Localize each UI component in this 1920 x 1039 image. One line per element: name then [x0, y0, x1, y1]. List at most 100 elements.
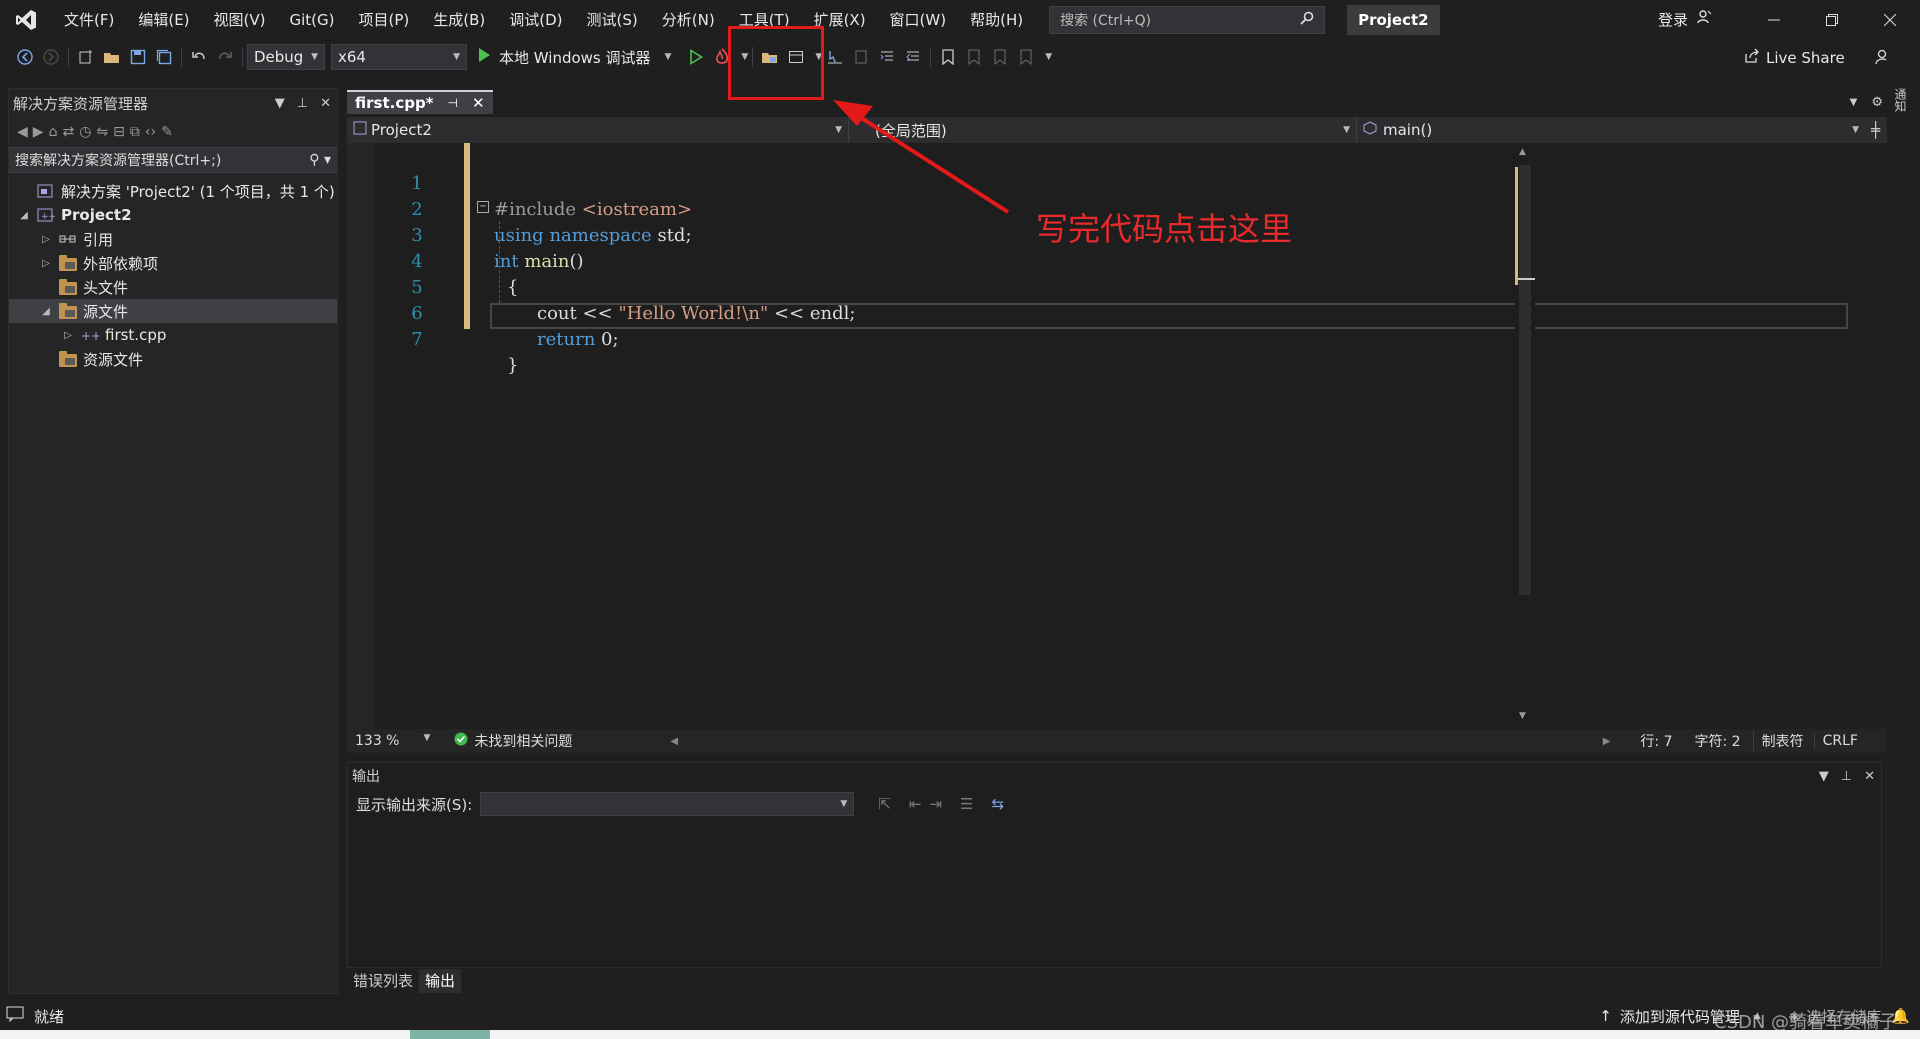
- code-view-icon[interactable]: ‹›: [145, 124, 156, 140]
- menu-window[interactable]: 窗口(W): [878, 0, 959, 40]
- close-window-button[interactable]: [1861, 0, 1919, 40]
- issues-indicator[interactable]: 未找到相关问题: [446, 731, 580, 751]
- properties-icon[interactable]: ✎: [161, 124, 173, 140]
- tree-solution[interactable]: 解决方案 'Project2' (1 个项目，共 1 个): [9, 179, 337, 203]
- start-debugging-button[interactable]: 本地 Windows 调试器 ▼: [477, 44, 671, 70]
- step-cursor-icon[interactable]: [822, 44, 848, 70]
- redo-icon[interactable]: [212, 44, 238, 70]
- live-share-button[interactable]: Live Share: [1744, 44, 1845, 72]
- line-indicator[interactable]: 行: 7: [1632, 731, 1680, 751]
- bookmark-icon[interactable]: [935, 44, 961, 70]
- new-project-icon[interactable]: [73, 44, 99, 70]
- close-icon[interactable]: ✕: [1864, 769, 1875, 784]
- forward-icon[interactable]: [38, 44, 64, 70]
- platform-select[interactable]: x64 ▼: [331, 44, 467, 70]
- tree-project[interactable]: ◢ ++ Project2: [9, 203, 337, 227]
- close-tab-icon[interactable]: ✕: [472, 94, 485, 112]
- menu-edit[interactable]: 编辑(E): [126, 0, 201, 40]
- account-icon[interactable]: [1696, 0, 1712, 40]
- nav-member-select[interactable]: main() ▼: [1357, 118, 1865, 142]
- home-icon[interactable]: ⌂: [49, 124, 58, 140]
- forward-icon[interactable]: ▶: [33, 124, 44, 140]
- sync-icon[interactable]: ⇋: [96, 124, 108, 140]
- save-icon[interactable]: [125, 44, 151, 70]
- notifications-side-tab[interactable]: 通知: [1888, 88, 1912, 122]
- tab-first-cpp[interactable]: first.cpp* ⊣ ✕: [347, 90, 493, 114]
- fold-toggle-icon[interactable]: −: [477, 201, 489, 213]
- eol-indicator[interactable]: CRLF: [1813, 733, 1866, 749]
- menu-debug[interactable]: 调试(D): [497, 0, 574, 40]
- project-name-badge[interactable]: Project2: [1347, 5, 1440, 35]
- tree-references[interactable]: ▷ 引用: [9, 227, 337, 251]
- restore-button[interactable]: [1803, 0, 1861, 40]
- clear-bookmarks-icon[interactable]: [1013, 44, 1039, 70]
- tree-resource-files[interactable]: 资源文件: [9, 347, 337, 371]
- panel-options-icon[interactable]: ▼: [1819, 769, 1829, 784]
- settings-icon[interactable]: ⚙: [1871, 95, 1883, 110]
- back-icon[interactable]: ◀: [17, 124, 28, 140]
- split-editor-icon[interactable]: ╪: [1871, 121, 1880, 139]
- scroll-up-icon[interactable]: ▲: [1519, 147, 1526, 157]
- menu-git[interactable]: Git(G): [278, 0, 347, 40]
- solution-search-input[interactable]: 搜索解决方案资源管理器(Ctrl+;) ⚲ ▾: [9, 147, 337, 173]
- panel-options-icon[interactable]: ▼: [275, 96, 285, 111]
- back-icon[interactable]: [12, 44, 38, 70]
- find-message-icon[interactable]: ⇱: [878, 795, 891, 813]
- collapsed-arrow-icon[interactable]: ▷: [39, 258, 53, 269]
- tab-overflow-icon[interactable]: ▼: [1850, 97, 1858, 108]
- clear-all-icon[interactable]: ☰: [960, 795, 973, 813]
- char-indicator[interactable]: 字符: 2: [1686, 731, 1748, 751]
- search-input[interactable]: 搜索 (Ctrl+Q): [1049, 6, 1326, 34]
- menu-build[interactable]: 生成(B): [421, 0, 497, 40]
- menu-help[interactable]: 帮助(H): [958, 0, 1035, 40]
- scroll-left-icon[interactable]: ◀: [670, 736, 678, 747]
- expanded-arrow-icon[interactable]: ◢: [17, 210, 31, 221]
- collapsed-arrow-icon[interactable]: ▷: [61, 330, 75, 341]
- login-area[interactable]: 登录: [1658, 0, 1712, 40]
- menu-view[interactable]: 视图(V): [202, 0, 278, 40]
- pin-tab-icon[interactable]: ⊣: [448, 96, 458, 110]
- comment-icon[interactable]: [848, 44, 874, 70]
- word-wrap-icon[interactable]: ⇆: [991, 795, 1004, 813]
- collapsed-arrow-icon[interactable]: ▷: [39, 234, 53, 245]
- open-folder-icon[interactable]: [99, 44, 125, 70]
- scroll-down-icon[interactable]: ▼: [1519, 711, 1526, 721]
- minimize-button[interactable]: [1745, 0, 1803, 40]
- indent-icon[interactable]: [900, 44, 926, 70]
- menu-test[interactable]: 测试(S): [575, 0, 650, 40]
- nav-scope-select[interactable]: (全局范围) ▼: [849, 118, 1357, 142]
- outdent-icon[interactable]: [874, 44, 900, 70]
- output-source-select[interactable]: ▼: [480, 792, 855, 816]
- history-icon[interactable]: ◷: [79, 124, 91, 140]
- prev-bookmark-icon[interactable]: [961, 44, 987, 70]
- zoom-select[interactable]: 133 % ▼: [347, 733, 438, 749]
- prev-message-icon[interactable]: ⇤: [909, 795, 922, 813]
- tree-header-files[interactable]: 头文件: [9, 275, 337, 299]
- start-without-debugging-button[interactable]: [683, 44, 709, 70]
- solution-config-select[interactable]: Debug ▼: [247, 44, 325, 70]
- pin-icon[interactable]: ⊥: [1841, 769, 1852, 784]
- login-link[interactable]: 登录: [1658, 0, 1688, 40]
- show-all-files-icon[interactable]: ⧉: [130, 124, 140, 140]
- close-icon[interactable]: ✕: [320, 96, 331, 111]
- tabs-indicator[interactable]: 制表符: [1752, 731, 1812, 751]
- toolbar-overflow-icon[interactable]: ▼: [1045, 52, 1052, 62]
- tree-external-deps[interactable]: ▷ 外部依赖项: [9, 251, 337, 275]
- menu-analyze[interactable]: 分析(N): [650, 0, 727, 40]
- tab-error-list[interactable]: 错误列表: [347, 969, 419, 993]
- switch-views-icon[interactable]: ⇄: [62, 124, 74, 140]
- nav-project-select[interactable]: Project2 ▼: [347, 118, 849, 142]
- menu-project[interactable]: 项目(P): [347, 0, 422, 40]
- save-all-icon[interactable]: [151, 44, 177, 70]
- next-bookmark-icon[interactable]: [987, 44, 1013, 70]
- scroll-thumb[interactable]: [1519, 165, 1531, 595]
- scroll-right-icon[interactable]: ▶: [1603, 736, 1611, 747]
- undo-icon[interactable]: [186, 44, 212, 70]
- horizontal-scrollbar[interactable]: ◀ ▶: [670, 736, 1610, 747]
- collapse-all-icon[interactable]: ⊟: [113, 124, 125, 140]
- expanded-arrow-icon[interactable]: ◢: [39, 306, 53, 317]
- feedback-icon[interactable]: [1874, 48, 1892, 70]
- tab-output[interactable]: 输出: [419, 969, 462, 993]
- tree-first-cpp[interactable]: ▷ ++ first.cpp: [9, 323, 337, 347]
- editor-vertical-scrollbar[interactable]: ▲ ▼: [1515, 143, 1535, 729]
